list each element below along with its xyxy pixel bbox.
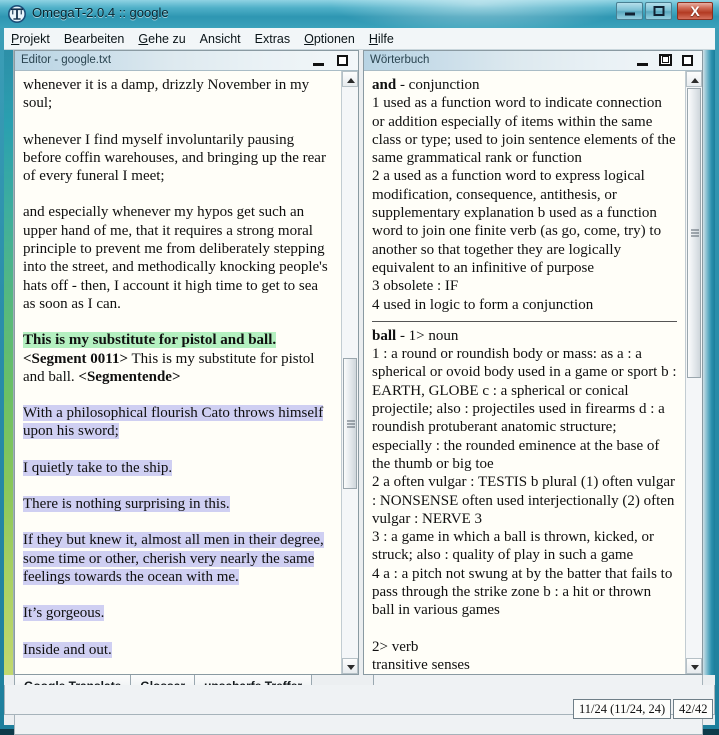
editor-paragraph[interactable]: and especially whenever my hypos get suc… (23, 203, 333, 313)
menu-item-bearbeiten[interactable]: Bearbeiten (57, 30, 131, 48)
dictionary-entry-headword: and - conjunction (372, 77, 480, 93)
source-paragraph: whenever it is a damp, drizzly November … (23, 77, 310, 112)
omegat-logo-icon (8, 5, 26, 23)
dictionary-maximize-button[interactable] (680, 54, 695, 68)
minimize-icon (624, 12, 635, 16)
scrollbar-grip-icon (691, 229, 699, 237)
menu-item-hilfe[interactable]: Hilfe (362, 30, 401, 48)
editor-paragraph[interactable]: Inside and out. (23, 641, 333, 659)
editor-panel-title: Editor - google.txt (21, 54, 112, 66)
editor-paragraph[interactable]: whenever it is a damp, drizzly November … (23, 76, 333, 113)
translated-segment: There is nothing surprising in this. (23, 496, 230, 513)
dictionary-spacer (372, 620, 677, 638)
dictionary-definition-line: 1 used as a function word to indicate co… (372, 95, 676, 167)
translated-segment: Inside and out. (23, 641, 112, 658)
frame-accent-strip-left (4, 50, 14, 675)
scroll-down-arrow-icon[interactable] (342, 658, 358, 674)
menu-item-gehe-zu[interactable]: Gehe zu (131, 30, 192, 48)
editor-panel-body: whenever it is a damp, drizzly November … (15, 71, 358, 674)
window-maximize-button[interactable] (645, 2, 672, 20)
scroll-up-arrow-icon[interactable] (686, 71, 702, 87)
menu-item-ansicht[interactable]: Ansicht (193, 30, 248, 48)
scroll-up-arrow-icon[interactable] (342, 71, 358, 87)
translated-segment: It’s gorgeous. (23, 605, 105, 622)
translated-segment: I quietly take to the ship. (23, 459, 173, 476)
window-title: OmegaT-2.0.4 :: google (32, 5, 169, 20)
editor-vertical-scrollbar[interactable] (341, 71, 358, 674)
editor-paragraph[interactable]: This is my substitute for pistol and bal… (23, 331, 333, 386)
undock-icon (659, 54, 672, 66)
dictionary-sense-line: transitive senses (372, 656, 470, 673)
segment-close-marker: <Segmentende> (78, 368, 181, 385)
maximize-icon (682, 55, 693, 66)
dictionary-definition-line: 3 : a game in which a ball is thrown, ki… (372, 529, 655, 564)
minimize-icon (637, 63, 648, 66)
dictionary-panel-titlebar[interactable]: Wörterbuch (364, 51, 702, 71)
editor-paragraph[interactable]: There is nothing surprising in this. (23, 495, 333, 513)
maximize-icon (337, 55, 348, 66)
source-paragraph: and especially whenever my hypos get suc… (23, 204, 328, 312)
active-segment-source: This is my substitute for pistol and bal… (23, 332, 277, 349)
dictionary-definition-line: 4 used in logic to form a conjunction (372, 296, 594, 313)
window-close-button[interactable]: X (677, 2, 713, 20)
dictionary-definition-line: 2 a often vulgar : TESTIS b plural (1) o… (372, 474, 675, 527)
frame-accent-strip-right (703, 50, 715, 675)
dictionary-entry-divider (372, 320, 677, 322)
editor-panel: Editor - google.txt whenever it is a dam… (14, 50, 359, 675)
editor-scrollbar-thumb[interactable] (343, 358, 357, 489)
editor-paragraph[interactable]: If they but knew it, almost all men in t… (23, 531, 333, 586)
editor-panel-titlebar[interactable]: Editor - google.txt (15, 51, 358, 71)
editor-paragraph[interactable]: I quietly take to the ship. (23, 459, 333, 477)
dictionary-vertical-scrollbar[interactable] (685, 71, 702, 674)
dictionary-definition-line: 3 obsolete : IF (372, 278, 459, 295)
dictionary-panel-body: and - conjunction 1 used as a function wo… (364, 71, 702, 674)
editor-minimize-button[interactable] (311, 54, 326, 68)
window-minimize-button[interactable] (616, 2, 643, 20)
editor-maximize-button[interactable] (335, 54, 350, 68)
dictionary-scrollbar-thumb[interactable] (687, 88, 701, 378)
dictionary-definition-line: 1 : a round or roundish body or mass: as… (372, 346, 677, 472)
dictionary-minimize-button[interactable] (635, 54, 650, 68)
dictionary-definition-line: 4 a : a pitch not swung at by the batter… (372, 565, 673, 619)
dictionary-panel: Wörterbuch and - conjunction 1 used as a … (363, 50, 703, 675)
client-area: Editor - google.txt whenever it is a dam… (4, 50, 715, 735)
status-segment-indicator: 11/24 (11/24, 24) (573, 699, 672, 719)
scrollbar-grip-icon (347, 420, 355, 427)
close-icon: X (690, 3, 700, 19)
segment-open-marker: <Segment 0011> (23, 350, 129, 367)
dictionary-panel-title: Wörterbuch (370, 54, 430, 66)
source-paragraph: whenever I find myself involuntarily pau… (23, 131, 326, 185)
editor-paragraph[interactable]: It’s gorgeous. (23, 604, 333, 622)
scroll-down-arrow-icon[interactable] (686, 658, 702, 674)
translated-segment: If they but knew it, almost all men in t… (23, 532, 324, 585)
menu-item-optionen[interactable]: Optionen (297, 30, 362, 48)
editor-paragraph[interactable]: whenever I find myself involuntarily pau… (23, 131, 333, 186)
translated-segment: With a philosophical flourish Cato throw… (23, 405, 324, 440)
menu-item-extras[interactable]: Extras (248, 30, 297, 48)
dictionary-undock-button[interactable] (658, 54, 673, 68)
editor-document[interactable]: whenever it is a damp, drizzly November … (15, 71, 341, 674)
application-window: OmegaT-2.0.4 :: google X Projekt Bearbei… (0, 0, 719, 735)
minimize-icon (313, 63, 324, 66)
dictionary-entry-headword: ball - 1> noun (372, 327, 459, 344)
menubar: Projekt Bearbeiten Gehe zu Ansicht Extra… (4, 28, 715, 50)
dictionary-sense-line: 2> verb (372, 638, 419, 655)
status-count-indicator: 42/42 (673, 699, 714, 719)
maximize-icon (653, 6, 664, 16)
dictionary-document[interactable]: and - conjunction 1 used as a function wo… (364, 71, 685, 674)
window-titlebar[interactable]: OmegaT-2.0.4 :: google X (0, 0, 719, 28)
titlebar-glow (329, 0, 629, 28)
editor-paragraph[interactable]: With a philosophical flourish Cato throw… (23, 404, 333, 441)
menu-item-projekt[interactable]: Projekt (4, 30, 57, 48)
dictionary-definition-line: 2 a used as a function word to express l… (372, 168, 662, 276)
